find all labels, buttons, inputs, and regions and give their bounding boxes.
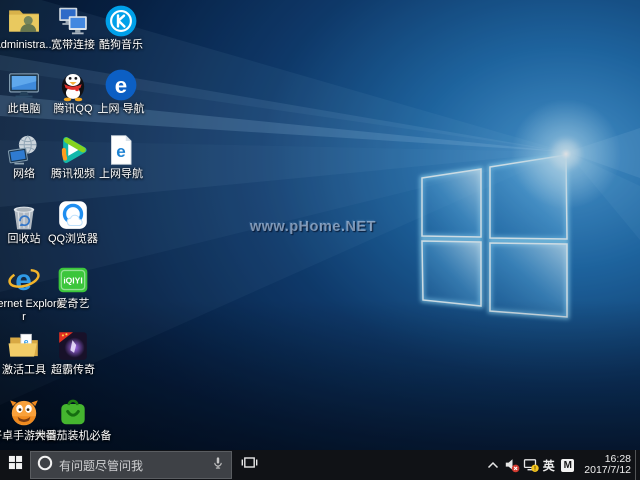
legend-game-icon [56, 329, 90, 363]
cortana-search-box[interactable]: 有问题尽管问我 [30, 451, 232, 479]
search-placeholder: 有问题尽管问我 [59, 458, 144, 473]
windows-logo-icon [8, 455, 23, 475]
iqiyi-icon: iQIYI [56, 263, 90, 297]
svg-text:e: e [115, 73, 127, 98]
tray-network-alert-icon[interactable]: ! [523, 450, 539, 480]
tray-chevron-up-icon[interactable] [485, 450, 501, 480]
icon-label: QQ浏览器 [47, 233, 99, 245]
desktop-icon-kugou[interactable]: 酷狗音乐 [81, 4, 161, 52]
clock-date: 2017/7/12 [584, 464, 631, 476]
qq-browser-icon [56, 198, 90, 232]
icon-label: 上网导航 [99, 168, 143, 180]
desktop-icon-webnav-page[interactable]: e 上网导航 [81, 133, 161, 181]
taskbar: 有问题尽管问我 ! 英 M 16:28 2017/7/12 [0, 450, 640, 480]
tray-ime-indicator[interactable]: M [561, 458, 575, 472]
web-navigation-icon: e [104, 68, 138, 102]
tray-clock[interactable]: 16:28 2017/7/12 [584, 453, 631, 477]
icon-label: 爱奇艺 [56, 298, 90, 310]
big-tomato-icon [56, 395, 90, 429]
svg-text:e: e [116, 142, 125, 161]
system-tray: ! 英 M 16:28 2017/7/12 [483, 450, 640, 480]
svg-text:iQIYI: iQIYI [63, 276, 82, 286]
task-view-button[interactable] [232, 450, 266, 480]
svg-text:e: e [15, 264, 32, 297]
icon-label: 大番茄装机必备 [34, 430, 112, 442]
start-button[interactable] [0, 450, 30, 480]
desktop-icon-webnav[interactable]: e 上网 导航 [81, 68, 161, 116]
desktop-icon-iqiyi[interactable]: iQIYI 爱奇艺 [33, 263, 113, 311]
desktop-icon-qq-browser[interactable]: QQ浏览器 [33, 198, 113, 246]
show-desktop-button[interactable] [635, 450, 640, 480]
wallpaper-watermark: www.pHome.NET [250, 219, 376, 235]
task-view-icon [241, 455, 258, 475]
web-navigation-page-icon: e [104, 133, 138, 167]
cortana-ring-icon [37, 455, 53, 476]
icon-label: 超霸传奇 [51, 364, 95, 376]
icon-label: 酷狗音乐 [99, 39, 143, 51]
kugou-music-icon [104, 4, 138, 38]
tray-volume-muted-icon[interactable] [504, 450, 520, 480]
desktop-icon-legend-game[interactable]: 超霸传奇 [33, 329, 113, 377]
microphone-icon[interactable] [211, 455, 225, 476]
icon-label: 上网 导航 [97, 103, 145, 115]
desktop-icon-big-tomato[interactable]: 大番茄装机必备 [33, 395, 113, 443]
svg-text:!: ! [534, 467, 536, 473]
tray-language-indicator[interactable]: 英 [540, 457, 557, 474]
